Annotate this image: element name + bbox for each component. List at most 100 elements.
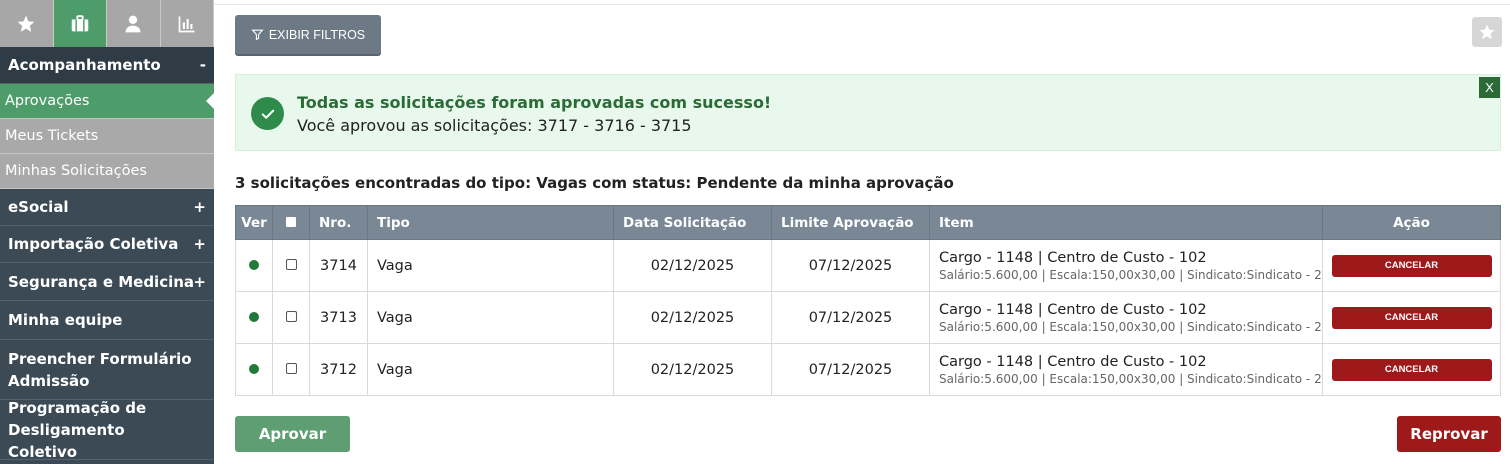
row-action: CANCELAR bbox=[1322, 291, 1501, 344]
row-item: Cargo - 1148 | Centro de Custo - 102 Sal… bbox=[929, 343, 1323, 396]
row-item: Cargo - 1148 | Centro de Custo - 102 Sal… bbox=[929, 291, 1323, 344]
sidebar-item-importacao-coletiva[interactable]: Importação Coletiva + bbox=[0, 226, 214, 263]
row-nro: 3713 bbox=[309, 291, 368, 344]
view-cell[interactable] bbox=[235, 239, 273, 292]
row-limite: 07/12/2025 bbox=[771, 239, 930, 292]
main-content: EXIBIR FILTROS Todas as solicitações for… bbox=[214, 0, 1510, 464]
favorite-button[interactable] bbox=[1472, 17, 1502, 47]
sidebar-item-acompanhamento[interactable]: Acompanhamento - bbox=[0, 47, 214, 84]
tab-reports[interactable] bbox=[160, 0, 214, 47]
row-checkbox[interactable] bbox=[285, 310, 297, 322]
sidebar-item-programacao-desligamento[interactable]: Programação de Desligamento Coletivo bbox=[0, 398, 214, 461]
item-main-text: Cargo - 1148 | Centro de Custo - 102 bbox=[939, 353, 1207, 370]
table-row: 3712 Vaga 02/12/2025 07/12/2025 Cargo - … bbox=[235, 343, 1501, 396]
expand-icon: + bbox=[193, 235, 206, 253]
sidebar-tabs bbox=[0, 0, 214, 47]
cancel-button[interactable]: CANCELAR bbox=[1331, 254, 1492, 277]
column-header-acao: Ação bbox=[1322, 205, 1501, 240]
sidebar-item-label: Minhas Solicitações bbox=[5, 163, 147, 179]
item-detail-text: Salário:5.600,00 | Escala:150,00x30,00 |… bbox=[939, 267, 1322, 282]
select-cell[interactable] bbox=[272, 343, 310, 396]
expand-icon: + bbox=[193, 272, 206, 291]
sidebar-item-label: Preencher Formulário Admissão bbox=[8, 349, 192, 390]
select-all-checkbox[interactable] bbox=[286, 216, 296, 227]
tab-profile[interactable] bbox=[107, 0, 161, 47]
sidebar-item-label: Acompanhamento bbox=[8, 56, 161, 74]
row-nro: 3712 bbox=[309, 343, 368, 396]
bar-chart-icon bbox=[178, 16, 195, 32]
sidebar-item-aprovacoes[interactable]: Aprovações bbox=[0, 84, 214, 119]
sidebar-item-label: Minha equipe bbox=[8, 311, 123, 329]
approve-button[interactable]: Aprovar bbox=[235, 416, 350, 452]
status-dot-icon[interactable] bbox=[249, 259, 259, 270]
row-action: CANCELAR bbox=[1322, 239, 1501, 292]
row-tipo: Vaga bbox=[367, 343, 614, 396]
sidebar-item-seguranca-medicina[interactable]: Segurança e Medicina + bbox=[0, 263, 214, 301]
star-icon bbox=[17, 15, 35, 32]
row-item: Cargo - 1148 | Centro de Custo - 102 Sal… bbox=[929, 239, 1323, 292]
row-limite: 07/12/2025 bbox=[771, 291, 930, 344]
item-main-text: Cargo - 1148 | Centro de Custo - 102 bbox=[939, 301, 1207, 318]
row-data: 02/12/2025 bbox=[613, 239, 772, 292]
top-divider bbox=[214, 4, 1510, 5]
sidebar-item-meus-tickets[interactable]: Meus Tickets bbox=[0, 119, 214, 154]
sidebar-item-label: Importação Coletiva bbox=[8, 235, 179, 253]
cancel-button[interactable]: CANCELAR bbox=[1331, 358, 1492, 381]
column-header-select-all[interactable] bbox=[272, 205, 310, 240]
reject-button[interactable]: Reprovar bbox=[1397, 416, 1501, 452]
row-checkbox[interactable] bbox=[285, 258, 297, 270]
sidebar-item-label: Meus Tickets bbox=[5, 128, 99, 144]
briefcase-icon bbox=[71, 14, 88, 31]
row-data: 02/12/2025 bbox=[613, 343, 772, 396]
column-header-ver: Ver bbox=[235, 205, 273, 240]
select-cell[interactable] bbox=[272, 291, 310, 344]
view-cell[interactable] bbox=[235, 343, 273, 396]
sidebar-item-label: Segurança e Medicina bbox=[8, 272, 195, 291]
row-data: 02/12/2025 bbox=[613, 291, 772, 344]
view-cell[interactable] bbox=[235, 291, 273, 344]
alert-title: Todas as solicitações foram aprovadas co… bbox=[297, 93, 772, 112]
user-icon bbox=[125, 15, 141, 32]
show-filters-label: EXIBIR FILTROS bbox=[268, 27, 366, 42]
table-header-row: Ver Nro. Tipo Data Solicitação Limite Ap… bbox=[235, 205, 1501, 240]
alert-message: Você aprovou as solicitações: 3717 - 371… bbox=[297, 116, 692, 135]
row-nro: 3714 bbox=[309, 239, 368, 292]
requests-table: Ver Nro. Tipo Data Solicitação Limite Ap… bbox=[235, 205, 1501, 396]
row-action: CANCELAR bbox=[1322, 343, 1501, 396]
status-dot-icon[interactable] bbox=[249, 363, 259, 374]
item-detail-text: Salário:5.600,00 | Escala:150,00x30,00 |… bbox=[939, 371, 1322, 386]
sidebar-item-minhas-solicitacoes[interactable]: Minhas Solicitações bbox=[0, 154, 214, 189]
sidebar-item-label: eSocial bbox=[8, 198, 69, 216]
check-circle-icon bbox=[251, 97, 284, 130]
star-icon bbox=[1479, 24, 1495, 40]
column-header-data: Data Solicitação bbox=[613, 205, 772, 240]
item-detail-text: Salário:5.600,00 | Escala:150,00x30,00 |… bbox=[939, 319, 1322, 334]
collapse-icon: - bbox=[199, 56, 206, 74]
sidebar-item-label: Programação de Desligamento Coletivo bbox=[8, 398, 147, 461]
sidebar: Acompanhamento - Aprovações Meus Tickets… bbox=[0, 0, 214, 464]
sidebar-item-esocial[interactable]: eSocial + bbox=[0, 189, 214, 226]
expand-icon: + bbox=[193, 198, 206, 216]
sidebar-item-minha-equipe[interactable]: Minha equipe bbox=[0, 301, 214, 340]
success-alert: Todas as solicitações foram aprovadas co… bbox=[235, 74, 1501, 151]
tab-favorites[interactable] bbox=[0, 0, 54, 47]
status-dot-icon[interactable] bbox=[249, 311, 259, 322]
row-checkbox[interactable] bbox=[285, 362, 297, 374]
filter-icon bbox=[251, 29, 264, 41]
item-main-text: Cargo - 1148 | Centro de Custo - 102 bbox=[939, 249, 1207, 266]
alert-close-button[interactable]: X bbox=[1479, 77, 1500, 98]
tab-work[interactable] bbox=[53, 0, 107, 47]
select-cell[interactable] bbox=[272, 239, 310, 292]
sidebar-item-preencher-formulario[interactable]: Preencher Formulário Admissão bbox=[0, 340, 214, 400]
column-header-item: Item bbox=[929, 205, 1323, 240]
row-tipo: Vaga bbox=[367, 239, 614, 292]
sidebar-item-label: Aprovações bbox=[5, 93, 90, 109]
show-filters-button[interactable]: EXIBIR FILTROS bbox=[235, 15, 381, 54]
table-row: 3713 Vaga 02/12/2025 07/12/2025 Cargo - … bbox=[235, 291, 1501, 344]
column-header-nro: Nro. bbox=[309, 205, 368, 240]
table-row: 3714 Vaga 02/12/2025 07/12/2025 Cargo - … bbox=[235, 239, 1501, 292]
column-header-limite: Limite Aprovação bbox=[771, 205, 930, 240]
row-limite: 07/12/2025 bbox=[771, 343, 930, 396]
row-tipo: Vaga bbox=[367, 291, 614, 344]
cancel-button[interactable]: CANCELAR bbox=[1331, 306, 1492, 329]
